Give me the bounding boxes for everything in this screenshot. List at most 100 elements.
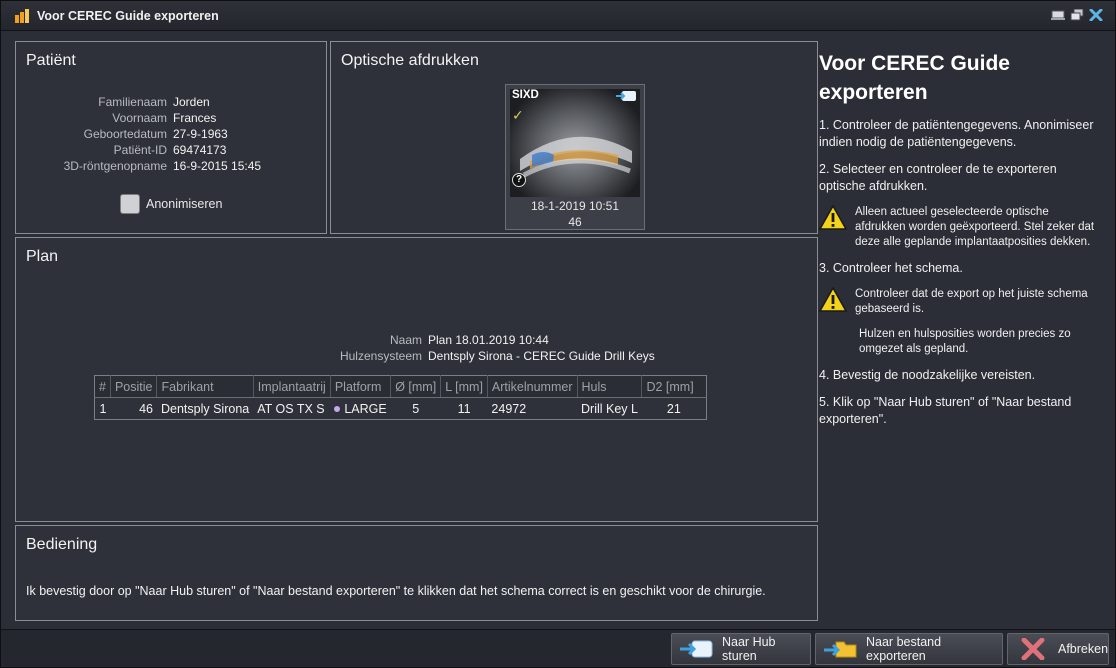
plan-table: # Positie Fabrikant Implantaatrij Platfo…	[94, 375, 707, 420]
export-to-file-label: Naar bestand exporteren	[866, 635, 942, 663]
cell-diameter: 5	[412, 401, 420, 416]
help-icon[interactable]: ?	[512, 173, 526, 187]
help-step-5: 5. Klik op "Naar Hub sturen" of "Naar be…	[819, 395, 1072, 426]
hub-icon	[616, 89, 638, 103]
cell-sleeve: Drill Key L	[581, 401, 638, 416]
field-label: Patiënt-ID	[113, 143, 167, 157]
send-to-hub-button[interactable]: Naar Hub sturen	[671, 633, 811, 665]
field-value: 27-9-1963	[173, 127, 228, 141]
cancel-button[interactable]: Afbreken	[1007, 633, 1109, 665]
checkmark-icon: ✓	[512, 107, 524, 123]
operation-panel-title: Bediening	[26, 536, 98, 553]
col-header[interactable]: Ø [mm]	[390, 375, 442, 398]
send-to-hub-label: Naar Hub sturen	[722, 635, 776, 663]
help-step-1: 1. Controleer de patiëntengegevens. Anon…	[819, 118, 1094, 149]
patient-panel-title: Patiënt	[26, 52, 76, 69]
restore-icon[interactable]	[1070, 8, 1084, 21]
col-header[interactable]: L [mm]	[440, 375, 488, 398]
anonymize-checkbox[interactable]	[120, 194, 140, 214]
help-title: Voor CEREC Guide exporteren	[819, 52, 1010, 104]
help-step-2: 2. Selecteer en controleer de te exporte…	[819, 162, 1057, 193]
optical-panel-title: Optische afdrukken	[341, 52, 479, 69]
help-warning-1: Alleen actueel geselecteerde optische af…	[818, 204, 1109, 250]
impression-card[interactable]: SIXD ✓ ? 18-1-2019 10:51 46	[505, 84, 645, 230]
export-to-file-button[interactable]: Naar bestand exporteren	[815, 633, 1003, 665]
patient-field-id: Patiënt-ID 69474173	[16, 142, 328, 158]
field-label: Voornaam	[112, 111, 167, 125]
field-label: 3D-röntgenopname	[63, 159, 167, 173]
plan-system-value: Dentsply Sirona - CEREC Guide Drill Keys	[428, 349, 655, 363]
col-header[interactable]: Platform	[330, 375, 392, 398]
plan-panel-title: Plan	[26, 248, 59, 265]
col-header[interactable]: Huls	[577, 375, 643, 398]
anonymize-toggle[interactable]: Anonimiseren	[120, 194, 222, 214]
help-step-4: 4. Bevestig de noodzakelijke vereisten.	[819, 368, 1036, 382]
cell-d2: 21	[666, 401, 681, 416]
impression-thumbnail	[510, 89, 640, 197]
impression-date: 18-1-2019 10:51	[530, 199, 620, 213]
operation-text: Ik bevestig door op "Naar Hub sturen" of…	[26, 584, 766, 598]
table-row[interactable]: 1 46 Dentsply Sirona AT OS TX S LARGE 5 …	[95, 398, 707, 420]
table-header-row: # Positie Fabrikant Implantaatrij Platfo…	[94, 375, 707, 398]
note-text: Hulzen en hulsposities worden precies zo…	[859, 328, 1071, 355]
warning-icon	[818, 286, 851, 317]
patient-panel: Patiënt Familienaam Jorden Voornaam Fran…	[15, 41, 327, 234]
col-header[interactable]: Artikelnummer	[487, 375, 578, 398]
cell-article: 24972	[491, 401, 527, 416]
app-icon	[15, 8, 33, 23]
field-label: Familienaam	[98, 95, 167, 109]
field-value: Jorden	[173, 95, 210, 109]
plan-panel: Plan Naam Plan 18.01.2019 10:44 Hulzensy…	[15, 237, 818, 522]
title-bar: Voor CEREC Guide exporteren	[1, 1, 1115, 31]
plan-name-value: Plan 18.01.2019 10:44	[428, 333, 549, 347]
close-icon[interactable]	[1089, 8, 1103, 22]
plan-name-row: Naam Plan 18.01.2019 10:44	[16, 332, 819, 348]
plan-system-row: Hulzensysteem Dentsply Sirona - CEREC Gu…	[16, 348, 819, 364]
help-warning-2: Controleer dat de export op het juiste s…	[818, 286, 1109, 317]
col-header[interactable]: D2 [mm]	[641, 375, 707, 398]
warning-text: Controleer dat de export op het juiste s…	[855, 288, 1088, 315]
hub-send-icon	[680, 638, 714, 660]
help-sidebar: Voor CEREC Guide exporteren 1. Controlee…	[818, 41, 1109, 627]
col-header[interactable]: Implantaatrij	[253, 375, 331, 398]
cell-length: 11	[457, 401, 471, 416]
anonymize-label: Anonimiseren	[146, 197, 223, 211]
col-header[interactable]: Positie	[110, 375, 158, 398]
plan-system-label: Hulzensysteem	[339, 349, 422, 363]
impression-badge: SIXD	[512, 89, 539, 101]
cell-implant-line: AT OS TX S	[257, 401, 325, 416]
optical-impressions-panel: Optische afdrukken SIXD ✓ ? 18-1-2019 10	[330, 41, 818, 234]
export-dialog: Voor CEREC Guide exporteren Patiënt Fami…	[0, 0, 1116, 668]
help-step-3: 3. Controleer het schema.	[819, 261, 963, 275]
folder-export-icon	[824, 638, 858, 660]
col-header[interactable]: Fabrikant	[156, 375, 254, 398]
patient-fields: Familienaam Jorden Voornaam Frances Gebo…	[16, 94, 328, 174]
cancel-icon	[1016, 637, 1050, 661]
cancel-label: Afbreken	[1058, 642, 1109, 656]
field-value: 16-9-2015 15:45	[173, 159, 262, 173]
plan-meta: Naam Plan 18.01.2019 10:44 Hulzensysteem…	[16, 332, 819, 364]
field-value: 69474173	[173, 143, 227, 157]
platform-value: LARGE	[344, 401, 387, 416]
operation-panel: Bediening Ik bevestig door op "Naar Hub …	[15, 525, 818, 621]
field-label: Geboortedatum	[83, 127, 167, 141]
patient-field-birthdate: Geboortedatum 27-9-1963	[16, 126, 328, 142]
minimize-icon[interactable]	[1051, 9, 1065, 21]
patient-field-xray: 3D-röntgenopname 16-9-2015 15:45	[16, 158, 328, 174]
window-title: Voor CEREC Guide exporteren	[37, 8, 219, 23]
action-bar: Naar Hub sturen Naar bestand exporteren …	[1, 629, 1115, 667]
impression-count: 46	[568, 215, 582, 229]
warning-text: Alleen actueel geselecteerde optische af…	[855, 206, 1095, 248]
field-value: Frances	[173, 111, 217, 125]
col-header[interactable]: #	[94, 375, 111, 398]
cell-manufacturer: Dentsply Sirona	[160, 401, 250, 416]
platform-dot-icon	[334, 406, 341, 413]
plan-name-label: Naam	[389, 333, 422, 347]
cell-position: 46	[139, 401, 153, 416]
cell-platform: LARGE	[330, 398, 390, 420]
warning-icon	[818, 204, 851, 250]
patient-field-firstname: Voornaam Frances	[16, 110, 328, 126]
patient-field-lastname: Familienaam Jorden	[16, 94, 328, 110]
cell-index: 1	[99, 401, 107, 416]
help-note: Hulzen en hulsposities worden precies zo…	[819, 327, 1109, 357]
